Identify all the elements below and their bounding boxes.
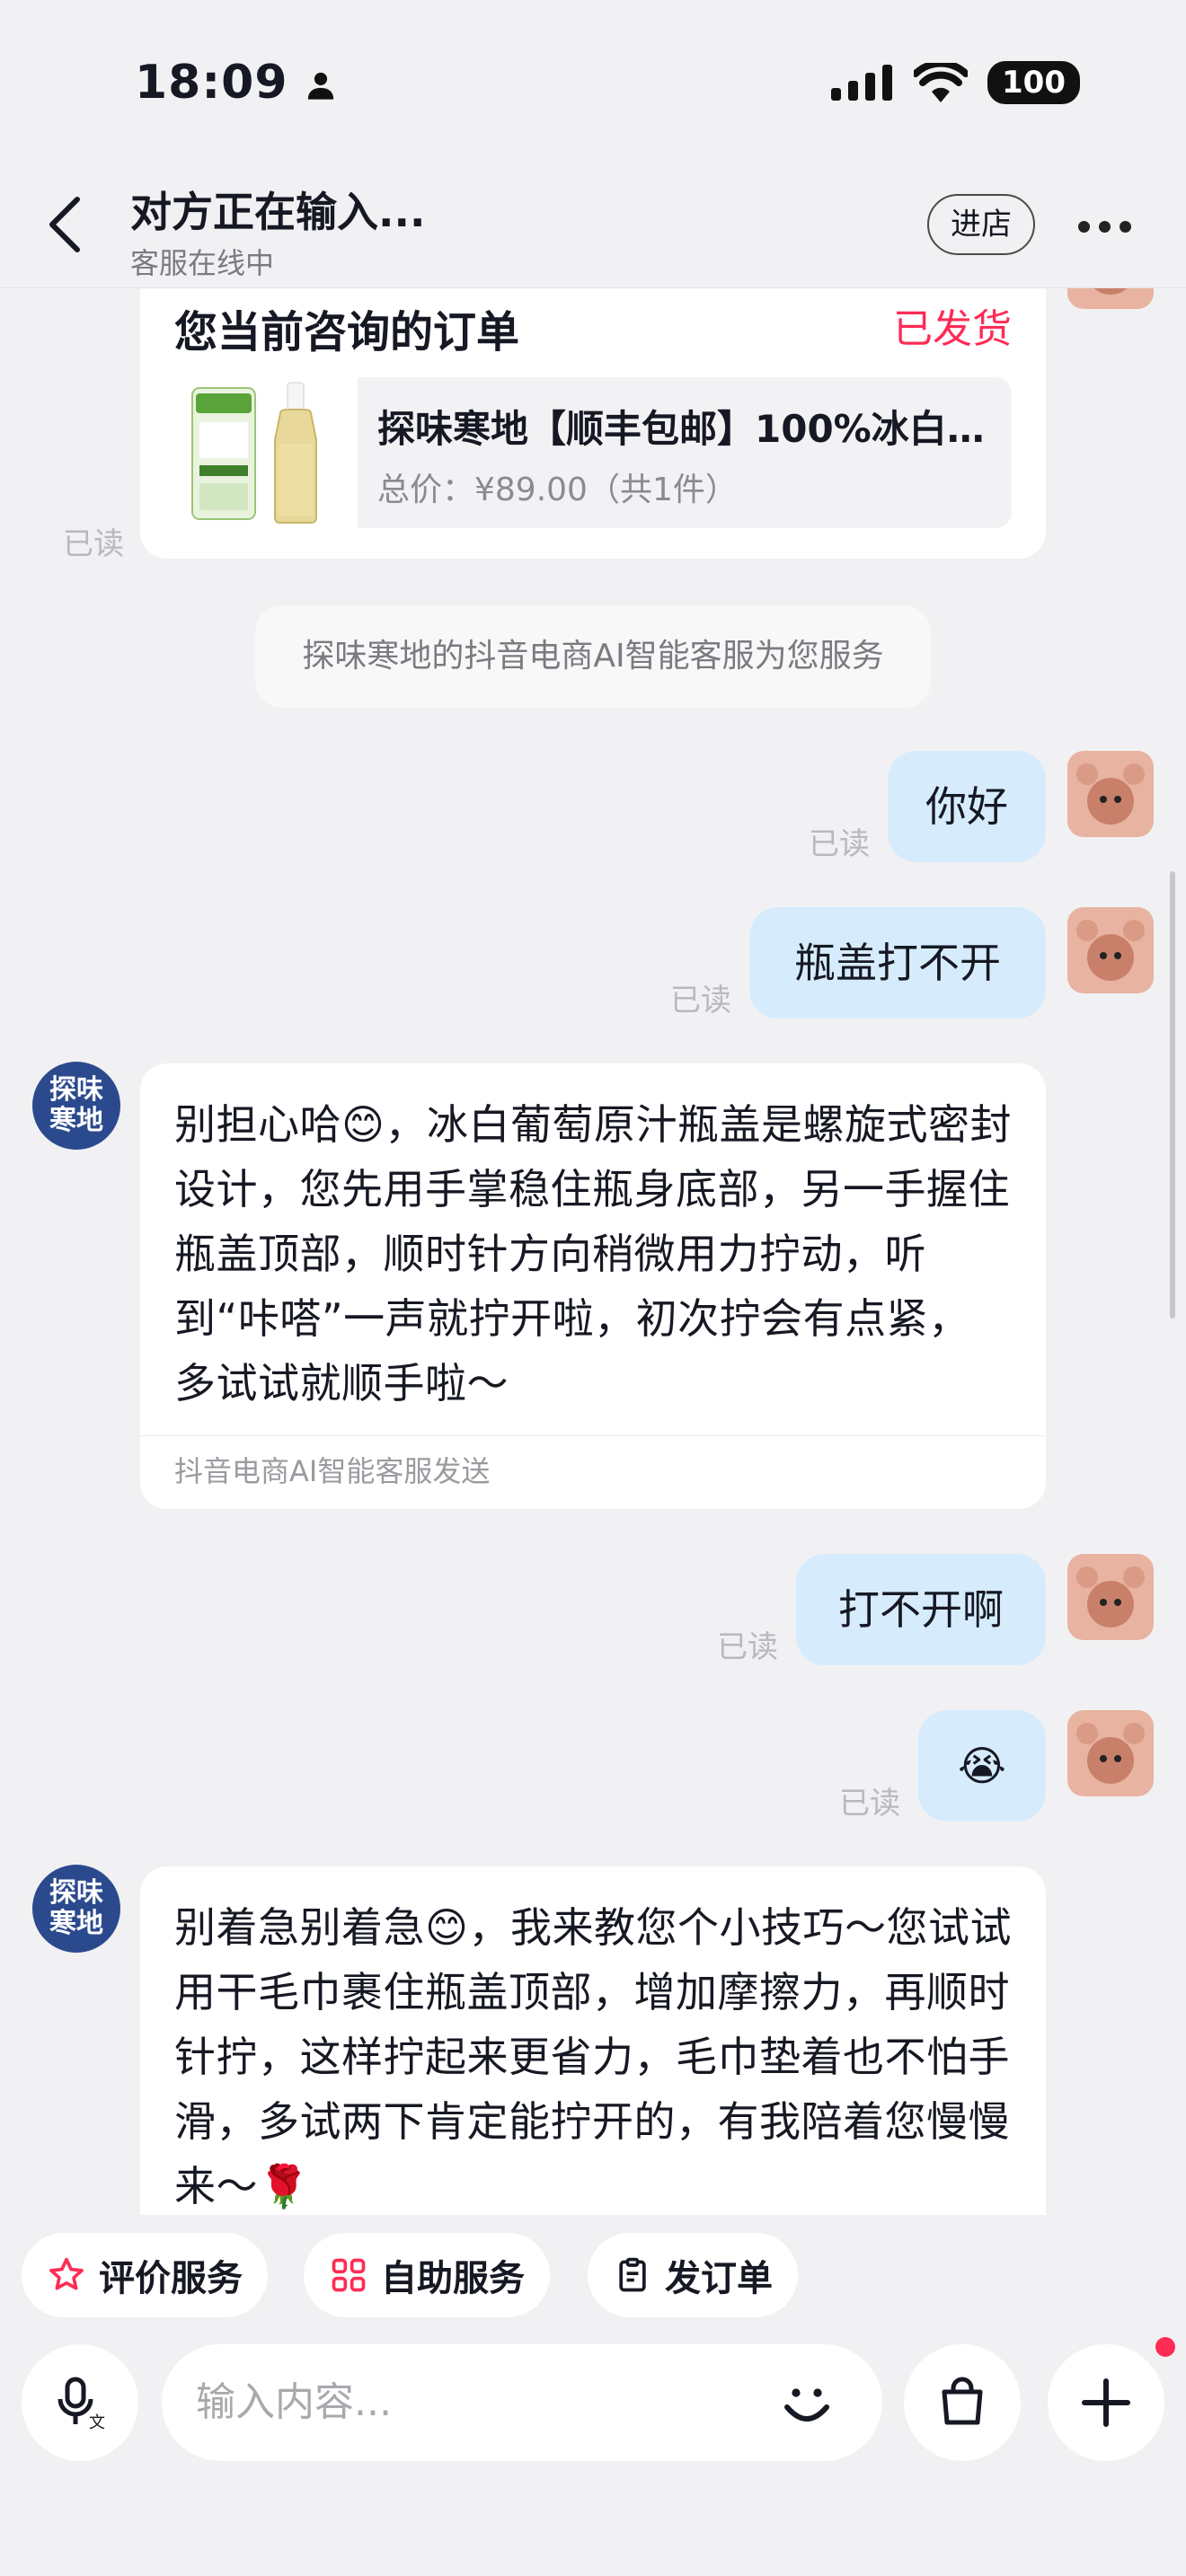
emoji-icon[interactable] bbox=[774, 2371, 839, 2436]
more-dot-icon bbox=[1099, 221, 1111, 233]
message-text: 别着急别着急😊，我来教您个小技巧～您试试用干毛巾裹住瓶盖顶部，增加摩擦力，再顺时… bbox=[174, 1903, 1012, 2210]
more-dot-icon bbox=[1078, 221, 1090, 233]
system-notice: 探味寒地的抖音电商AI智能客服为您服务 bbox=[255, 605, 931, 708]
chat-title: 对方正在输入... bbox=[130, 188, 426, 236]
cellular-signal-icon bbox=[831, 65, 893, 101]
shop-avatar[interactable]: 探味 寒地 bbox=[32, 1062, 120, 1150]
user-avatar[interactable] bbox=[1067, 907, 1154, 993]
order-status-badge: 已发货 bbox=[893, 306, 1012, 352]
voice-input-button[interactable]: 文 bbox=[22, 2344, 138, 2461]
read-receipt: 已读 bbox=[809, 826, 870, 862]
clipboard-icon bbox=[619, 2257, 646, 2292]
status-icons: 100 bbox=[831, 61, 1080, 104]
order-product-row[interactable]: 探味寒地【顺丰包邮】100%冰白葡萄原汁 总价：¥89.00（共1件） bbox=[174, 377, 1012, 528]
more-dot-icon bbox=[1120, 221, 1131, 233]
read-receipt: 已读 bbox=[670, 983, 731, 1019]
message-bubble-outgoing[interactable]: 你好 bbox=[888, 751, 1046, 862]
user-avatar[interactable] bbox=[1067, 751, 1154, 837]
back-button[interactable] bbox=[47, 196, 83, 257]
ai-sent-label: 抖音电商AI智能客服发送 bbox=[140, 1435, 1046, 1503]
star-icon bbox=[49, 2257, 84, 2290]
product-name: 探味寒地【顺丰包邮】100%冰白葡萄原汁 bbox=[377, 407, 997, 451]
read-receipt: 已读 bbox=[839, 1786, 900, 1822]
chat-header: 对方正在输入... 客服在线中 进店 bbox=[0, 144, 1186, 288]
message-bubble-incoming[interactable]: 别担心哈😊，冰白葡萄原汁瓶盖是螺旋式密封设计，您先用手掌稳住瓶身底部，另一手握住… bbox=[140, 1063, 1046, 1509]
user-avatar[interactable] bbox=[1067, 1554, 1154, 1640]
plus-icon bbox=[1082, 2378, 1130, 2427]
wifi-icon bbox=[914, 63, 969, 102]
order-card[interactable]: 您当前咨询的订单 已发货 探味寒地【顺丰包邮】100%冰白葡萄原汁 总价：¥89… bbox=[140, 269, 1046, 559]
scrollbar[interactable] bbox=[1170, 871, 1175, 1319]
message-input-field[interactable] bbox=[194, 2378, 737, 2426]
enter-store-button[interactable]: 进店 bbox=[927, 194, 1035, 255]
product-price: 总价：¥89.00（共1件） bbox=[377, 472, 738, 508]
message-bubble-outgoing[interactable]: 打不开啊 bbox=[796, 1554, 1046, 1665]
shop-avatar[interactable]: 探味 寒地 bbox=[32, 1865, 120, 1953]
battery-indicator: 100 bbox=[987, 61, 1080, 104]
shopping-bag-icon bbox=[942, 2377, 983, 2425]
self-service-label: 自助服务 bbox=[381, 2258, 525, 2299]
more-options-button[interactable] bbox=[1078, 221, 1131, 233]
grid-icon bbox=[332, 2258, 366, 2292]
microphone-icon: 文 bbox=[58, 2377, 105, 2431]
self-service-button[interactable]: 自助服务 bbox=[304, 2233, 550, 2317]
shopping-bag-button[interactable] bbox=[904, 2344, 1021, 2461]
status-time: 18:09 bbox=[135, 56, 336, 110]
product-image bbox=[174, 377, 358, 528]
message-input[interactable] bbox=[162, 2344, 882, 2461]
notification-dot bbox=[1155, 2337, 1175, 2357]
order-card-title: 您当前咨询的订单 bbox=[174, 307, 520, 357]
add-more-button[interactable] bbox=[1048, 2344, 1164, 2461]
message-bubble-outgoing[interactable]: 瓶盖打不开 bbox=[749, 907, 1046, 1019]
rate-service-label: 评价服务 bbox=[99, 2258, 243, 2299]
chat-subtitle: 客服在线中 bbox=[130, 246, 275, 280]
send-order-button[interactable]: 发订单 bbox=[588, 2233, 798, 2317]
read-receipt: 已读 bbox=[63, 526, 124, 562]
chevron-left-icon bbox=[49, 197, 80, 252]
message-text: 别担心哈😊，冰白葡萄原汁瓶盖是螺旋式密封设计，您先用手掌稳住瓶身底部，另一手握住… bbox=[174, 1100, 1012, 1407]
message-bubble-outgoing[interactable]: 😭 bbox=[918, 1710, 1046, 1822]
message-bubble-incoming[interactable]: 别着急别着急😊，我来教您个小技巧～您试试用干毛巾裹住瓶盖顶部，增加摩擦力，再顺时… bbox=[140, 1866, 1046, 2215]
read-receipt: 已读 bbox=[717, 1629, 778, 1665]
send-order-label: 发订单 bbox=[665, 2258, 773, 2299]
person-icon bbox=[307, 72, 333, 100]
svg-text:文: 文 bbox=[89, 2413, 105, 2431]
user-avatar[interactable] bbox=[1067, 1710, 1154, 1796]
rate-service-button[interactable]: 评价服务 bbox=[22, 2233, 268, 2317]
